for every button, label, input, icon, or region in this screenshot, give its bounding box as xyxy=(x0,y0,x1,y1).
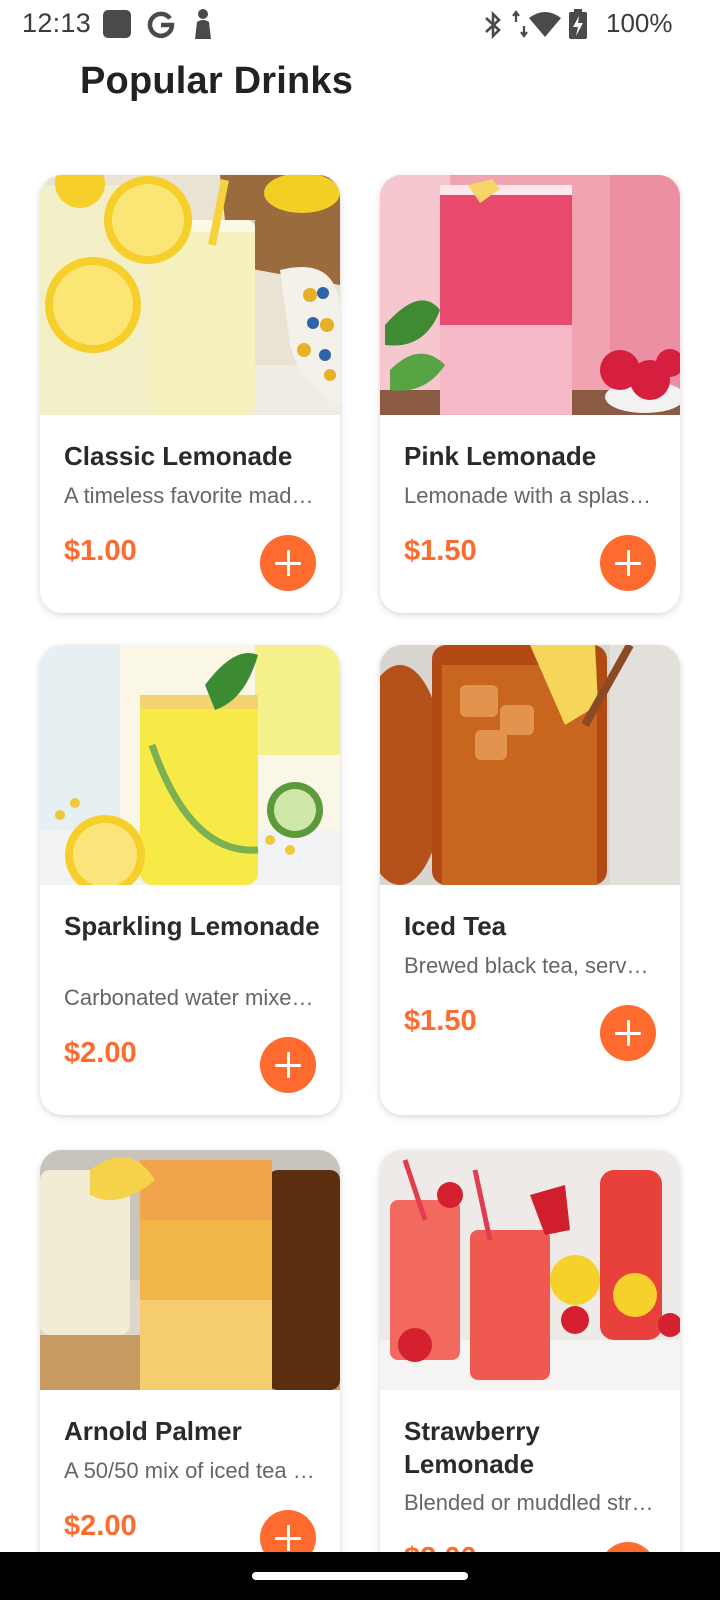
drink-price: $2.00 xyxy=(64,1510,137,1542)
drink-description: Brewed black tea, served over ice xyxy=(404,953,660,978)
drink-description: Carbonated water mixed with fresh lemona… xyxy=(64,985,320,1010)
drink-image-classic-lemonade xyxy=(40,175,340,415)
drink-card-sparkling-lemonade[interactable]: Sparkling Lemonade Carbonated water mixe… xyxy=(40,645,340,1115)
drink-card-iced-tea[interactable]: Iced Tea Brewed black tea, served over i… xyxy=(380,645,680,1115)
drink-name: Classic Lemonade xyxy=(64,441,293,471)
drink-image-strawberry-lemonade xyxy=(380,1150,680,1390)
home-gesture-handle[interactable] xyxy=(252,1572,468,1580)
add-to-cart-button[interactable] xyxy=(600,535,656,591)
drink-name: Iced Tea xyxy=(404,911,507,941)
drink-description: Lemonade with a splash of berry juice xyxy=(404,483,660,508)
drink-name: Strawberry Lemonade xyxy=(404,1416,540,1479)
drink-price: $2.00 xyxy=(64,1037,137,1069)
add-to-cart-button[interactable] xyxy=(260,535,316,591)
drink-description: Blended or muddled strawberries with lem… xyxy=(404,1490,660,1515)
drink-image-pink-lemonade xyxy=(380,175,680,415)
drink-card-arnold-palmer[interactable]: Arnold Palmer A 50/50 mix of iced tea an… xyxy=(40,1150,340,1552)
add-to-cart-button[interactable] xyxy=(600,1542,656,1552)
drink-image-arnold-palmer xyxy=(40,1150,340,1390)
add-to-cart-button[interactable] xyxy=(260,1510,316,1552)
drink-description: A timeless favorite made with fresh lemo… xyxy=(64,483,320,508)
drinks-grid: Classic Lemonade A timeless favorite mad… xyxy=(0,0,720,1552)
drink-card-pink-lemonade[interactable]: Pink Lemonade Lemonade with a splash of … xyxy=(380,175,680,613)
drink-card-classic-lemonade[interactable]: Classic Lemonade A timeless favorite mad… xyxy=(40,175,340,613)
drink-price: $1.50 xyxy=(404,1005,477,1037)
drink-name: Pink Lemonade xyxy=(404,441,597,471)
drink-card-strawberry-lemonade[interactable]: Strawberry Lemonade Blended or muddled s… xyxy=(380,1150,680,1552)
drink-name: Sparkling Lemonade xyxy=(64,911,320,941)
drink-price: $1.50 xyxy=(404,535,477,567)
add-to-cart-button[interactable] xyxy=(600,1005,656,1061)
drink-description: A 50/50 mix of iced tea and lemonade xyxy=(64,1458,320,1483)
drink-image-sparkling-lemonade xyxy=(40,645,340,885)
drink-name: Arnold Palmer xyxy=(64,1416,242,1446)
drink-price: $2.00 xyxy=(404,1542,477,1552)
navigation-bar xyxy=(0,1552,720,1600)
add-to-cart-button[interactable] xyxy=(260,1037,316,1093)
drink-price: $1.00 xyxy=(64,535,137,567)
drink-image-iced-tea xyxy=(380,645,680,885)
